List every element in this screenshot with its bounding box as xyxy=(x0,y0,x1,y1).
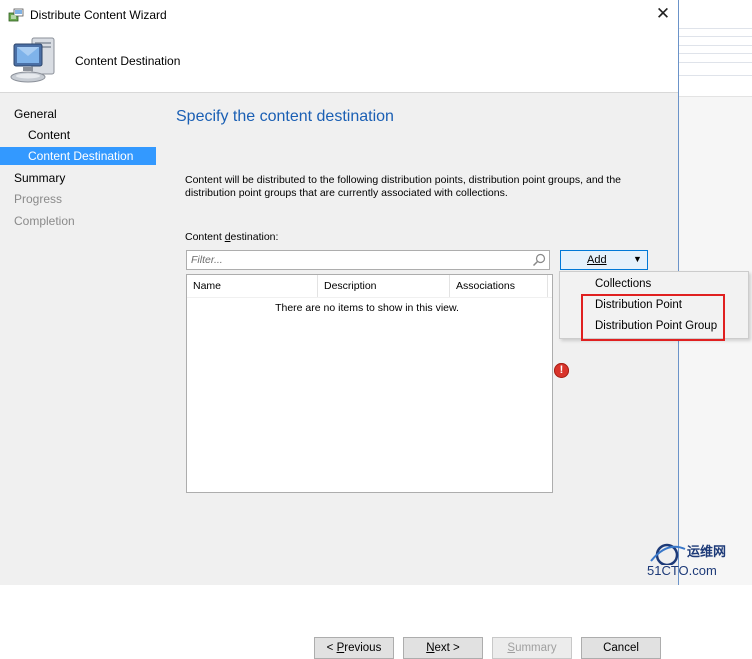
close-button[interactable]: ✕ xyxy=(648,0,678,30)
error-icon: ! xyxy=(554,363,569,378)
sidebar-item-summary[interactable]: Summary xyxy=(0,169,156,187)
search-icon[interactable] xyxy=(532,253,546,267)
destination-list[interactable]: Name Description Associations There are … xyxy=(186,274,553,493)
watermark-subtext: 51CTO.com xyxy=(647,563,717,578)
watermark-swirl-icon xyxy=(650,543,686,565)
next-button[interactable]: Next > xyxy=(403,637,483,659)
sidebar-item-content-destination[interactable]: Content Destination xyxy=(0,147,156,165)
content-heading: Specify the content destination xyxy=(176,108,394,125)
background-divider xyxy=(679,36,752,37)
window-title: Distribute Content Wizard xyxy=(30,8,167,22)
sidebar-item-general[interactable]: General xyxy=(0,105,156,123)
title-bar[interactable]: Distribute Content Wizard ✕ xyxy=(0,0,678,30)
menu-item-collections[interactable]: Collections xyxy=(560,274,748,295)
empty-list-message: There are no items to show in this view. xyxy=(275,302,459,314)
previous-button[interactable]: < Previous xyxy=(314,637,394,659)
sidebar-item-content[interactable]: Content xyxy=(0,126,156,144)
wizard-app-icon xyxy=(8,8,24,22)
content-description: Content will be distributed to the follo… xyxy=(185,174,622,199)
content-destination-label: Content destination: xyxy=(185,231,279,243)
cancel-button[interactable]: Cancel xyxy=(581,637,661,659)
watermark-logo: 运维网 51CTO.com xyxy=(645,541,752,585)
column-header-associations[interactable]: Associations xyxy=(450,275,548,297)
menu-item-distribution-point-group[interactable]: Distribution Point Group xyxy=(560,316,748,337)
add-button-label: Add xyxy=(587,254,607,266)
menu-item-distribution-point[interactable]: Distribution Point xyxy=(560,295,748,316)
background-divider xyxy=(679,28,752,29)
list-header: Name Description Associations xyxy=(187,275,552,298)
column-header-description[interactable]: Description xyxy=(318,275,450,297)
page-title: Content Destination xyxy=(75,54,181,68)
background-divider xyxy=(679,53,752,54)
close-icon: ✕ xyxy=(655,4,671,23)
wizard-content: Specify the content destination Content … xyxy=(158,93,678,659)
column-header-name[interactable]: Name xyxy=(187,275,318,297)
background-divider xyxy=(679,75,752,76)
sidebar-item-progress: Progress xyxy=(14,192,63,206)
computer-icon xyxy=(10,37,55,83)
dropdown-arrow-icon: ▼ xyxy=(633,254,642,264)
sidebar-item-completion: Completion xyxy=(14,214,75,228)
watermark-text: 运维网 xyxy=(687,544,727,559)
add-button[interactable]: Add ▼ xyxy=(560,250,648,270)
add-dropdown-menu: Collections Distribution Point Distribut… xyxy=(559,271,749,339)
background-divider xyxy=(679,45,752,46)
background-panel xyxy=(679,96,752,585)
filter-box[interactable] xyxy=(186,250,550,270)
background-divider xyxy=(679,62,752,63)
summary-button: Summary xyxy=(492,637,572,659)
wizard-header: Content Destination xyxy=(0,30,678,93)
filter-input[interactable] xyxy=(187,251,535,269)
wizard-sidebar: General Content Content Destination Summ… xyxy=(0,93,158,585)
